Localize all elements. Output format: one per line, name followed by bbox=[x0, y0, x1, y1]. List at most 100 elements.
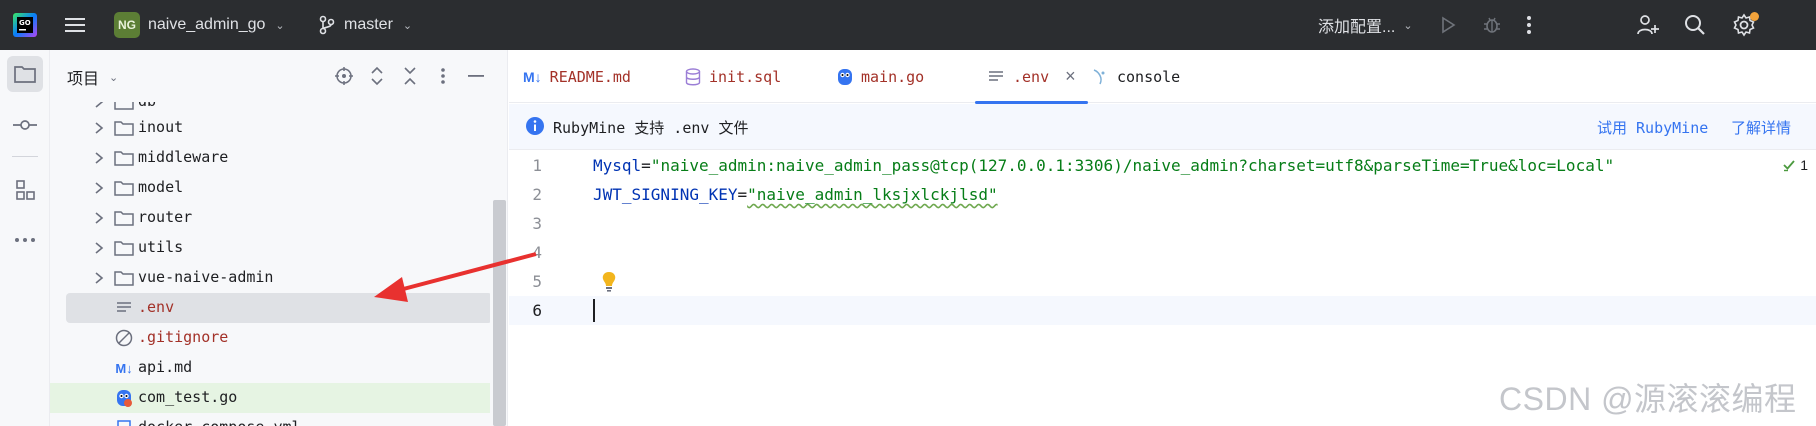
inspection-widget[interactable]: 1 bbox=[1782, 157, 1808, 173]
tree-item-label: docker-compose.yml bbox=[138, 418, 301, 426]
tree-item-label: .env bbox=[138, 298, 175, 316]
chevron-right-icon[interactable] bbox=[90, 179, 108, 197]
tree-item-label: vue-naive-admin bbox=[138, 268, 274, 286]
tree-item-folder[interactable]: inout bbox=[50, 113, 490, 143]
chevron-down-icon: ⌄ bbox=[109, 70, 119, 84]
folder-icon bbox=[114, 178, 134, 198]
project-view-selector[interactable]: 项目 ⌄ bbox=[67, 65, 118, 89]
tree-item-file[interactable]: com_test.go bbox=[50, 383, 490, 413]
update-notification-dot bbox=[1750, 12, 1759, 21]
tab-label: main.go bbox=[861, 67, 925, 86]
chevron-right-icon[interactable] bbox=[90, 209, 108, 227]
more-vertical-icon bbox=[1527, 16, 1531, 34]
code-line: 4 bbox=[509, 238, 1816, 267]
tab-readme[interactable]: M↓ README.md bbox=[523, 50, 631, 103]
more-tool-windows-button[interactable] bbox=[7, 222, 43, 258]
plugin-suggestion-banner: RubyMine 支持 .env 文件 试用 RubyMine 了解详情 bbox=[509, 104, 1816, 150]
structure-tool-button[interactable] bbox=[7, 172, 43, 208]
tab-label: .env bbox=[1013, 67, 1050, 86]
folder-icon bbox=[114, 118, 134, 138]
tree-item-label: router bbox=[138, 208, 193, 226]
folder-icon bbox=[114, 268, 134, 288]
tab-label: init.sql bbox=[709, 67, 782, 86]
tree-item-file[interactable]: M↓ api.md bbox=[50, 353, 490, 383]
lightbulb-icon[interactable] bbox=[601, 271, 617, 293]
markdown-icon: M↓ bbox=[523, 68, 542, 85]
editor-area: M↓ README.md init.sql main.go .env × con… bbox=[509, 50, 1816, 426]
check-icon bbox=[1783, 160, 1795, 172]
commit-icon bbox=[13, 120, 37, 130]
tree-item-label: model bbox=[138, 178, 184, 196]
branch-name: master bbox=[344, 16, 393, 33]
close-icon[interactable]: × bbox=[1065, 66, 1076, 87]
markdown-icon: M↓ bbox=[115, 360, 133, 376]
console-icon bbox=[1093, 68, 1105, 84]
tree-item-folder[interactable]: router bbox=[50, 203, 490, 233]
env-value: "naive_admin_lksjxlckjlsd" bbox=[747, 185, 998, 204]
tree-item-folder[interactable]: model bbox=[50, 173, 490, 203]
project-switcher[interactable]: NG naive_admin_go ⌄ bbox=[114, 0, 285, 50]
structure-icon bbox=[16, 180, 35, 200]
collapse-all-icon[interactable] bbox=[398, 64, 422, 88]
chevron-down-icon: ⌄ bbox=[402, 19, 413, 32]
debug-button[interactable] bbox=[1482, 0, 1502, 50]
git-branch-icon bbox=[319, 15, 335, 35]
options-icon[interactable] bbox=[431, 64, 455, 88]
tree-item-file[interactable]: docker-compose.yml bbox=[50, 413, 490, 426]
line-number: 1 bbox=[532, 156, 542, 175]
svg-text:GO: GO bbox=[19, 19, 31, 27]
locate-file-icon[interactable] bbox=[332, 64, 356, 88]
text-file-icon bbox=[989, 70, 1003, 81]
panel-title-label: 项目 bbox=[67, 69, 100, 88]
chevron-right-icon[interactable] bbox=[90, 102, 108, 111]
info-icon bbox=[526, 117, 544, 135]
tab-init-sql[interactable]: init.sql bbox=[685, 50, 781, 103]
code-line: 5 bbox=[509, 267, 1816, 296]
chevron-right-icon[interactable] bbox=[90, 149, 108, 167]
title-bar: GO NG naive_admin_go ⌄ master ⌄ 添加配置... … bbox=[0, 0, 1816, 50]
main-menu-button[interactable] bbox=[64, 0, 86, 50]
chevron-right-icon[interactable] bbox=[90, 119, 108, 137]
tool-strip-divider bbox=[12, 156, 38, 157]
more-actions-button[interactable] bbox=[1526, 0, 1532, 50]
tab-label: README.md bbox=[549, 67, 631, 86]
expand-all-icon[interactable] bbox=[365, 64, 389, 88]
commit-tool-button[interactable] bbox=[7, 107, 43, 143]
tab-env[interactable]: .env × bbox=[975, 50, 1088, 104]
tab-console[interactable]: console bbox=[1091, 50, 1180, 103]
code-line: 3 bbox=[509, 209, 1816, 238]
code-line: 2 JWT_SIGNING_KEY="naive_admin_lksjxlckj… bbox=[509, 180, 1816, 209]
search-everywhere-button[interactable] bbox=[1684, 0, 1706, 50]
try-rubymine-link[interactable]: 试用 RubyMine bbox=[1597, 117, 1708, 138]
learn-more-link[interactable]: 了解详情 bbox=[1731, 117, 1791, 138]
gopher-test-icon bbox=[114, 388, 134, 408]
goland-logo-icon[interactable]: GO bbox=[12, 0, 38, 50]
equals-sign: = bbox=[737, 185, 748, 204]
code-with-me-button[interactable] bbox=[1636, 0, 1660, 50]
settings-button[interactable] bbox=[1732, 0, 1759, 50]
folder-icon bbox=[114, 148, 134, 168]
code-line: 1 Mysql="naive_admin:naive_admin_pass@tc… bbox=[509, 151, 1816, 180]
more-horizontal-icon bbox=[15, 238, 35, 242]
run-config-selector[interactable]: 添加配置... ⌄ bbox=[1318, 0, 1413, 50]
chevron-right-icon[interactable] bbox=[90, 269, 108, 287]
database-icon bbox=[685, 67, 701, 85]
watermark-text: CSDN @源滚滚编程 bbox=[1499, 381, 1797, 417]
hide-panel-icon[interactable] bbox=[464, 64, 488, 88]
chevron-down-icon: ⌄ bbox=[1403, 19, 1413, 32]
branch-switcher[interactable]: master ⌄ bbox=[318, 0, 412, 50]
run-config-label: 添加配置... bbox=[1318, 19, 1396, 36]
tree-item-folder[interactable]: middleware bbox=[50, 143, 490, 173]
project-tree-scrollbar[interactable] bbox=[493, 200, 506, 426]
run-button[interactable] bbox=[1438, 0, 1458, 50]
hamburger-icon bbox=[65, 18, 85, 32]
env-key: JWT_SIGNING_KEY bbox=[593, 185, 738, 204]
tree-item-label: utils bbox=[138, 238, 184, 256]
tool-window-strip bbox=[0, 50, 50, 426]
bug-icon bbox=[1484, 17, 1500, 33]
tree-item-file[interactable]: .gitignore bbox=[50, 323, 490, 353]
tab-main-go[interactable]: main.go bbox=[837, 50, 924, 103]
chevron-right-icon[interactable] bbox=[90, 239, 108, 257]
project-tool-button[interactable] bbox=[7, 56, 43, 92]
env-value: "naive_admin:naive_admin_pass@tcp(127.0.… bbox=[650, 156, 1615, 175]
